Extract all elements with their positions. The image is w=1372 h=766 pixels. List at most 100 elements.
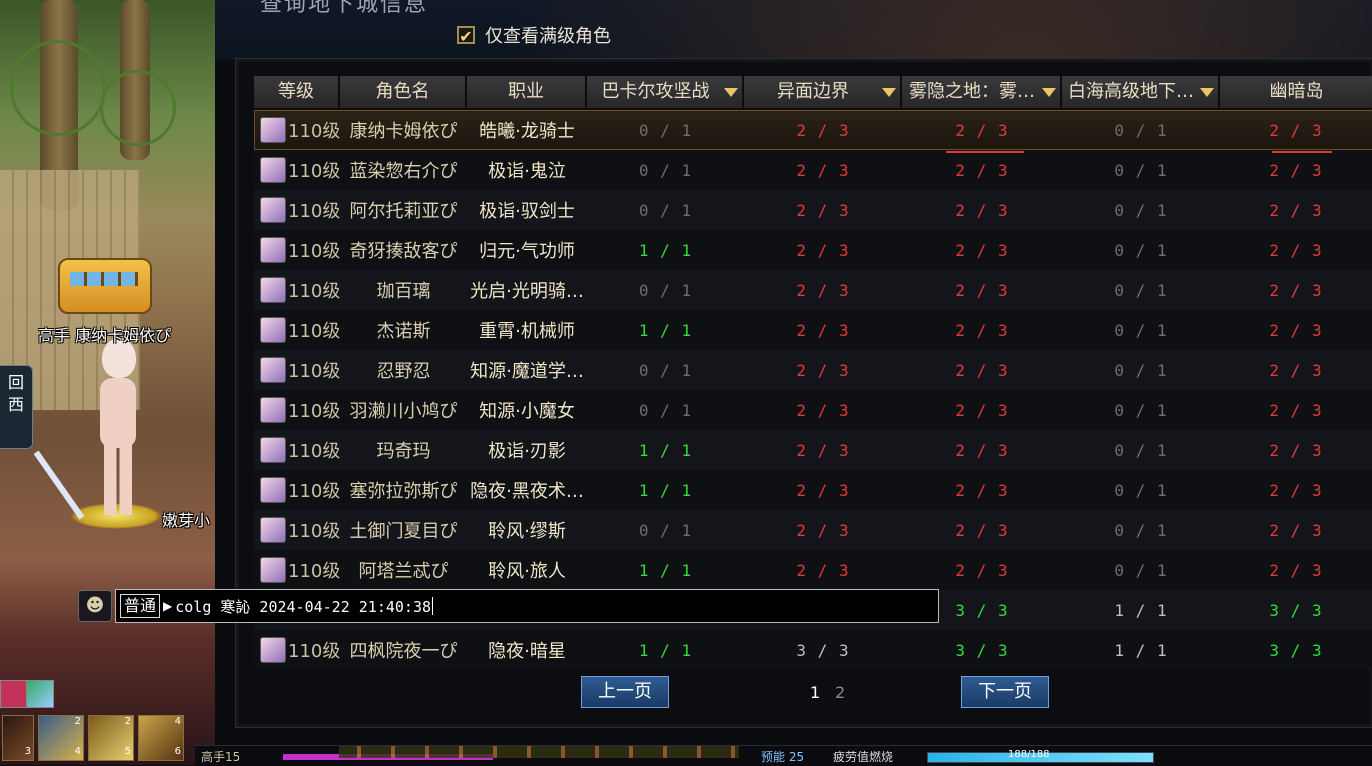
page-number-current[interactable]: 1 xyxy=(810,683,820,702)
header-job[interactable]: 职业 xyxy=(467,76,587,108)
cell-level: 110级 xyxy=(254,237,340,263)
table-row[interactable]: 110级 杰诺斯 重霄·机械师 1 / 1 2 / 3 2 / 3 0 / 1 2 / 3 xyxy=(254,310,1372,350)
table-row[interactable]: 110级 四枫院夜一ぴ 隐夜·暗星 1 / 1 3 / 3 3 / 3 1 / 1 3 / 3 xyxy=(254,630,1372,670)
cell-dungeon-3: 2 / 3 xyxy=(955,560,1009,580)
cell-dungeon-2: 3 / 3 xyxy=(796,640,850,660)
chat-input[interactable]: 普通 ▶ colg 寒訫 2024-04-22 21:40:38 xyxy=(115,589,939,623)
cell-dungeon-1: 1 / 1 xyxy=(638,640,693,660)
table-row[interactable]: 110级 珈百璃 光启·光明骑… 0 / 1 2 / 3 2 / 3 0 / 1 2 / 3 xyxy=(254,270,1372,310)
cell-job: 光启·光明骑… xyxy=(470,281,584,302)
skill-slot[interactable]: 3 xyxy=(2,715,34,761)
table-row[interactable]: 110级 塞弥拉弥斯ぴ 隐夜·黑夜术… 1 / 1 2 / 3 2 / 3 0 / 1 2 /… xyxy=(254,470,1372,510)
cell-level: 110级 xyxy=(254,517,340,543)
cell-dungeon-5: 3 / 3 xyxy=(1269,600,1323,620)
table-row[interactable]: 110级 忍野忍 知源·魔道学… 0 / 1 2 / 3 2 / 3 0 / 1 2 / 3 xyxy=(254,350,1372,390)
cell-dungeon-4: 0 / 1 xyxy=(1114,240,1168,260)
side-panel-line2: 西 xyxy=(7,395,24,414)
cell-dungeon-5: 2 / 3 xyxy=(1269,480,1323,500)
prev-page-button[interactable]: 上一页 xyxy=(581,676,669,708)
side-panel[interactable]: 回 西 xyxy=(0,365,33,449)
table-row[interactable]: 110级 阿塔兰忒ぴ 聆风·旅人 1 / 1 2 / 3 2 / 3 0 / 1 2 / 3 xyxy=(254,550,1372,590)
cell-dungeon-5: 2 / 3 xyxy=(1269,560,1323,580)
cell-dungeon-3: 2 / 3 xyxy=(955,520,1009,540)
cell-job: 归元·气功师 xyxy=(479,241,575,262)
chat-channel-label[interactable]: 普通 xyxy=(120,594,161,618)
cell-dungeon-4: 0 / 1 xyxy=(1114,360,1168,380)
page-number-2[interactable]: 2 xyxy=(835,683,845,702)
cell-dungeon-4: 0 / 1 xyxy=(1114,400,1168,420)
skill-sub-count: 4 xyxy=(74,746,81,757)
character-avatar-icon xyxy=(260,237,286,263)
cell-dungeon-4: 0 / 1 xyxy=(1114,520,1168,540)
full-level-filter[interactable]: ✔ 仅查看满级角色 xyxy=(457,22,611,48)
cell-level: 110级 xyxy=(254,157,340,183)
header-dungeon-4[interactable]: 白海高级地下… xyxy=(1062,76,1220,108)
status-fatigue: 疲劳值燃烧 xyxy=(833,750,894,764)
character-avatar-icon xyxy=(260,557,286,583)
status-bar: 高手15 预能 25 疲劳值燃烧 188/188 xyxy=(195,745,1372,766)
cell-name: 阿塔兰忒ぴ xyxy=(358,561,449,582)
cell-dungeon-5: 2 / 3 xyxy=(1269,280,1323,300)
character-avatar-icon xyxy=(260,157,286,183)
item-slot-icon[interactable] xyxy=(26,680,54,708)
chat-emote-icon[interactable]: ☻ xyxy=(78,590,112,622)
table-row[interactable]: 110级 阿尔托莉亚ぴ 极诣·驭剑士 0 / 1 2 / 3 2 / 3 0 / 1 2 / … xyxy=(254,190,1372,230)
dungeon-info-window: 查询地下城信息 ✔ 仅查看满级角色 等级 角色名 职业 巴卡尔攻坚战 异面边界 … xyxy=(215,0,1372,745)
hp-text: 188/188 xyxy=(1008,749,1050,760)
npc-bus-sprite[interactable] xyxy=(58,258,152,314)
cell-name: 羽濑川小鸠ぴ xyxy=(349,401,458,422)
cell-level: 110级 xyxy=(254,197,340,223)
next-page-button[interactable]: 下一页 xyxy=(961,676,1049,708)
character-avatar-icon xyxy=(260,397,286,423)
wand-sprite xyxy=(33,450,85,520)
skill-count: 2 xyxy=(74,716,81,727)
header-level[interactable]: 等级 xyxy=(254,76,340,108)
table-row[interactable]: 110级 玛奇玛 极诣·刃影 1 / 1 2 / 3 2 / 3 0 / 1 2 / 3 xyxy=(254,430,1372,470)
status-sp: 预能 25 xyxy=(761,750,805,764)
cell-dungeon-2: 2 / 3 xyxy=(796,480,850,500)
character-torso xyxy=(100,378,136,448)
skill-slot[interactable]: 4 6 xyxy=(138,715,184,761)
player-name: 康纳卡姆依ぴ xyxy=(75,326,172,345)
table-row[interactable]: 110级 蓝染惣右介ぴ 极诣·鬼泣 0 / 1 2 / 3 2 / 3 0 / 1 2 / 3 xyxy=(254,150,1372,190)
header-dungeon-5[interactable]: 幽暗岛 xyxy=(1220,76,1372,108)
cell-dungeon-2: 2 / 3 xyxy=(796,240,850,260)
character-legs xyxy=(104,440,132,515)
table-row[interactable]: 110级 奇犽揍敌客ぴ 归元·气功师 1 / 1 2 / 3 2 / 3 0 / 1 2 / … xyxy=(254,230,1372,270)
header-dungeon-2-label: 异面边界 xyxy=(777,81,849,102)
cell-level: 110级 xyxy=(254,277,340,303)
checkmark-icon[interactable]: ✔ xyxy=(457,26,475,46)
cell-level: 110级 xyxy=(254,397,340,423)
header-dungeon-1[interactable]: 巴卡尔攻坚战 xyxy=(587,76,744,108)
level-text: 110级 xyxy=(288,481,340,502)
cell-dungeon-5: 2 / 3 xyxy=(1269,200,1323,220)
table-row[interactable]: 110级 土御门夏目ぴ 聆风·缪斯 0 / 1 2 / 3 2 / 3 0 / 1 2 / 3 xyxy=(254,510,1372,550)
skill-slot[interactable]: 2 4 xyxy=(38,715,84,761)
header-dungeon-5-label: 幽暗岛 xyxy=(1269,81,1324,102)
header-name[interactable]: 角色名 xyxy=(340,76,467,108)
character-avatar-icon xyxy=(260,197,286,223)
cell-dungeon-1: 0 / 1 xyxy=(638,160,693,180)
level-text: 110级 xyxy=(288,161,340,182)
table-row[interactable]: 110级 康纳卡姆依ぴ 皓曦·龙骑士 0 / 1 2 / 3 2 / 3 0 / 1 2 / … xyxy=(254,110,1372,150)
cell-job: 极诣·鬼泣 xyxy=(488,161,566,182)
character-avatar-icon xyxy=(260,277,286,303)
cell-dungeon-2: 2 / 3 xyxy=(796,320,850,340)
header-dungeon-2[interactable]: 异面边界 xyxy=(744,76,902,108)
skill-count: 2 xyxy=(124,716,131,727)
header-dungeon-3[interactable]: 雾隐之地：雾… xyxy=(902,76,1062,108)
cell-dungeon-4: 0 / 1 xyxy=(1114,320,1168,340)
dropdown-arrow-icon[interactable] xyxy=(882,88,896,97)
skill-count: 4 xyxy=(174,716,181,727)
window-title: 查询地下城信息 xyxy=(260,0,429,17)
cell-name: 蓝染惣右介ぴ xyxy=(349,161,458,182)
cell-dungeon-5: 2 / 3 xyxy=(1269,160,1323,180)
header-dungeon-1-label: 巴卡尔攻坚战 xyxy=(601,81,710,102)
dropdown-arrow-icon[interactable] xyxy=(1042,88,1056,97)
table-row[interactable]: 110级 羽濑川小鸠ぴ 知源·小魔女 0 / 1 2 / 3 2 / 3 0 / 1 2 / … xyxy=(254,390,1372,430)
heart-icon[interactable] xyxy=(0,680,28,708)
cell-dungeon-2: 2 / 3 xyxy=(796,200,850,220)
dropdown-arrow-icon[interactable] xyxy=(724,88,738,97)
skill-slot[interactable]: 2 5 xyxy=(88,715,134,761)
dropdown-arrow-icon[interactable] xyxy=(1200,88,1214,97)
